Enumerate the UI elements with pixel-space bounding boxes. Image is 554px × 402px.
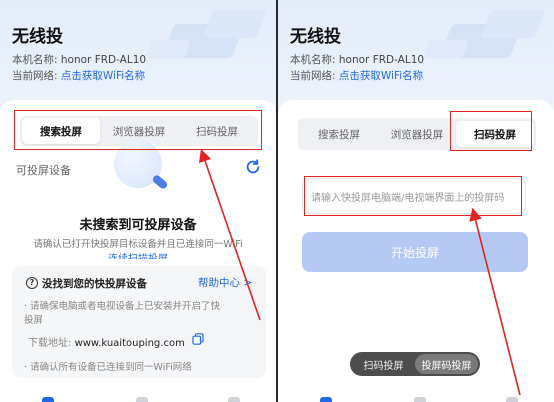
left-screen: 无线投 本机名称: honor FRD-AL10 当前网络: 点击获取WiFi名… bbox=[0, 0, 276, 402]
nav-cast-icon[interactable] bbox=[320, 397, 332, 402]
tab-search-cast[interactable]: 搜索投屏 bbox=[300, 121, 378, 147]
get-wifi-link[interactable]: 点击获取WiFi名称 bbox=[61, 70, 145, 82]
device-name-value: honor FRD-AL10 bbox=[338, 54, 425, 66]
hero-illustration bbox=[422, 6, 546, 62]
device-name-label: 本机名称: bbox=[290, 54, 339, 66]
help-tip-1: · 请确保电脑或者电视设备上已安装并开启了快 bbox=[24, 301, 221, 312]
cast-mode-tabs: 搜索投屏 浏览器投屏 扫码投屏 bbox=[298, 118, 536, 150]
download-label: 下载地址: bbox=[28, 338, 75, 349]
device-name-label: 本机名称: bbox=[12, 54, 61, 66]
network-label: 当前网络: bbox=[12, 70, 61, 82]
tab-scan-cast[interactable]: 扫码投屏 bbox=[178, 118, 256, 144]
tab-browser-cast[interactable]: 浏览器投屏 bbox=[378, 121, 456, 147]
help-tip-1-cont: 投屏 bbox=[24, 315, 44, 326]
nav-middle-icon[interactable] bbox=[136, 397, 148, 402]
start-cast-button[interactable]: 开始投屏 bbox=[302, 232, 528, 272]
nav-middle-icon[interactable] bbox=[414, 397, 426, 402]
network-row: 当前网络: 点击获取WiFi名称 bbox=[290, 68, 423, 83]
help-title: 没找到您的快投屏设备 bbox=[42, 278, 147, 290]
bottom-nav bbox=[278, 396, 554, 402]
tab-search-cast[interactable]: 搜索投屏 bbox=[22, 118, 100, 144]
continuous-scan-link[interactable]: 连续扫描投屏 bbox=[0, 250, 276, 259]
help-tip-2: · 请确认所有设备已连接到同一WiFi网络 bbox=[24, 362, 192, 373]
cast-code-input[interactable]: 请输入快投屏电脑端/电视端界面上的投屏码 bbox=[302, 178, 526, 214]
question-icon: ? bbox=[26, 277, 38, 289]
device-name-row: 本机名称: honor FRD-AL10 bbox=[12, 52, 146, 67]
download-url: www.kuaitouping.com bbox=[74, 338, 185, 349]
help-center-link[interactable]: 帮助中心 > bbox=[198, 275, 252, 290]
toggle-scan-cast[interactable]: 扫码投屏 bbox=[352, 354, 415, 374]
search-illustration-icon bbox=[112, 140, 178, 196]
refresh-icon[interactable] bbox=[244, 158, 262, 176]
scan-mode-toggle: 扫码投屏 投屏码投屏 bbox=[350, 352, 480, 376]
copy-icon[interactable] bbox=[192, 333, 204, 345]
nav-cast-icon[interactable] bbox=[42, 397, 54, 402]
hero-illustration bbox=[144, 6, 268, 62]
nav-profile-icon[interactable] bbox=[506, 397, 518, 402]
available-devices-label: 可投屏设备 bbox=[16, 164, 71, 177]
page-title: 无线投 bbox=[12, 27, 63, 47]
device-name-value: honor FRD-AL10 bbox=[60, 54, 147, 66]
no-device-subtitle: 请确认已打开快投屏目标设备并且已连接同一WiFi bbox=[33, 239, 243, 250]
device-name-row: 本机名称: honor FRD-AL10 bbox=[290, 52, 424, 67]
page-title: 无线投 bbox=[290, 27, 341, 47]
nav-profile-icon[interactable] bbox=[228, 397, 240, 402]
download-row: 下载地址: www.kuaitouping.com bbox=[28, 334, 185, 349]
bottom-nav bbox=[0, 396, 276, 402]
help-box: ? 没找到您的快投屏设备 帮助中心 > · 请确保电脑或者电视设备上已安装并开启… bbox=[12, 266, 266, 378]
toggle-code-cast[interactable]: 投屏码投屏 bbox=[415, 354, 478, 374]
get-wifi-link[interactable]: 点击获取WiFi名称 bbox=[339, 70, 423, 82]
no-device-title: 未搜索到可投屏设备 bbox=[79, 218, 197, 233]
tab-scan-cast[interactable]: 扫码投屏 bbox=[456, 121, 534, 147]
panel-divider bbox=[276, 0, 278, 402]
network-row: 当前网络: 点击获取WiFi名称 bbox=[12, 68, 145, 83]
network-label: 当前网络: bbox=[290, 70, 339, 82]
